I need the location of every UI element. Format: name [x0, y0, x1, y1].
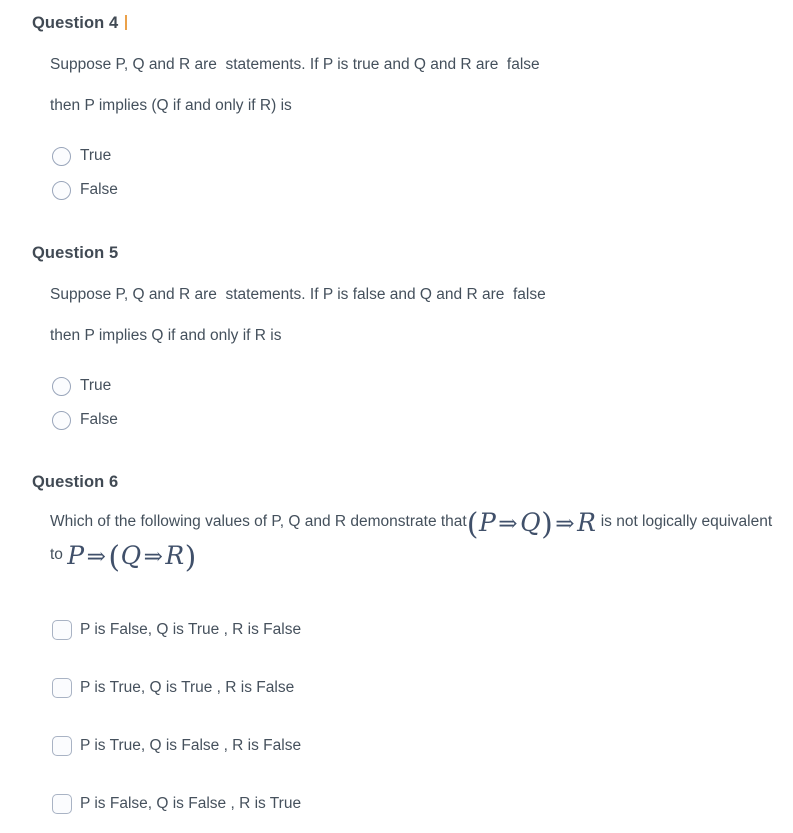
question-heading-4: Question 4 — [32, 12, 128, 34]
prompt-line: then P implies Q if and only if R is — [50, 327, 282, 344]
option-label: False — [80, 411, 118, 428]
option-label: P is True, Q is True , R is False — [80, 679, 295, 696]
prompt-line: then P implies (Q if and only if R) is — [50, 97, 292, 114]
quiz-page: Question 4 Suppose P, Q and R are statem… — [0, 0, 793, 824]
option-label: True — [80, 377, 112, 394]
math-var-q: Q — [120, 541, 142, 570]
option-row[interactable]: P is False, Q is True , R is False — [52, 601, 793, 659]
text-cursor-marker — [125, 15, 128, 30]
option-label: False — [80, 181, 118, 198]
radio-button-icon[interactable] — [52, 376, 71, 396]
prompt-line: Suppose P, Q and R are statements. If P … — [50, 56, 540, 73]
math-implies-operator: ⇒ — [86, 544, 107, 570]
option-label: True — [80, 147, 112, 164]
question-heading-5-text: Question 5 — [32, 244, 119, 262]
question-heading-5: Question 5 — [32, 242, 118, 264]
option-row[interactable]: P is False, Q is False , R is True — [52, 775, 793, 833]
radio-button-icon[interactable] — [52, 146, 71, 166]
option-label: P is True, Q is False , R is False — [80, 737, 302, 754]
math-expression-right: P⇒(Q⇒R) — [67, 541, 197, 573]
math-close-paren: ) — [541, 507, 554, 542]
question-heading-6-text: Question 6 — [32, 473, 119, 491]
math-var-r: R — [577, 508, 597, 537]
prompt-text-segment: Which of the following values of P, Q an… — [50, 513, 467, 530]
question-block-4: Question 4 Suppose P, Q and R are statem… — [0, 12, 793, 207]
prompt-line: Suppose P, Q and R are statements. If P … — [50, 286, 546, 303]
option-row[interactable]: False — [52, 173, 793, 207]
checkbox-icon[interactable] — [52, 736, 72, 756]
answer-options-6: P is False, Q is True , R is False P is … — [0, 601, 793, 833]
checkbox-icon[interactable] — [52, 678, 72, 698]
option-row[interactable]: P is True, Q is False , R is False — [52, 717, 793, 775]
answer-options-4: True False — [0, 139, 793, 207]
option-row[interactable]: True — [52, 369, 793, 403]
option-row[interactable]: True — [52, 139, 793, 173]
option-label: P is False, Q is False , R is True — [80, 795, 302, 812]
question-prompt-4: Suppose P, Q and R are statements. If P … — [50, 44, 780, 126]
question-heading-6: Question 6 — [32, 471, 118, 493]
radio-button-icon[interactable] — [52, 180, 71, 200]
answer-options-5: True False — [0, 369, 793, 437]
option-label: P is False, Q is True , R is False — [80, 621, 302, 638]
math-implies-operator: ⇒ — [498, 511, 519, 537]
math-expression-left: (P⇒Q)⇒R — [467, 508, 597, 540]
option-row[interactable]: False — [52, 403, 793, 437]
question-heading-4-text: Question 4 — [32, 14, 119, 32]
question-prompt-5: Suppose P, Q and R are statements. If P … — [50, 274, 780, 356]
math-var-q: Q — [520, 508, 542, 537]
math-var-p: P — [67, 541, 85, 570]
math-open-paren: ( — [466, 507, 479, 542]
math-var-r: R — [165, 541, 185, 570]
checkbox-icon[interactable] — [52, 620, 72, 640]
question-block-5: Question 5 Suppose P, Q and R are statem… — [0, 242, 793, 437]
math-implies-operator: ⇒ — [143, 544, 164, 570]
math-open-paren: ( — [108, 540, 121, 575]
checkbox-icon[interactable] — [52, 794, 72, 814]
radio-button-icon[interactable] — [52, 410, 71, 430]
option-row[interactable]: P is True, Q is True , R is False — [52, 659, 793, 717]
math-var-p: P — [478, 508, 497, 537]
math-close-paren: ) — [184, 540, 197, 575]
math-implies-operator: ⇒ — [555, 511, 576, 537]
question-block-6: Question 6 Which of the following values… — [0, 471, 793, 833]
question-prompt-6: Which of the following values of P, Q an… — [50, 507, 780, 573]
